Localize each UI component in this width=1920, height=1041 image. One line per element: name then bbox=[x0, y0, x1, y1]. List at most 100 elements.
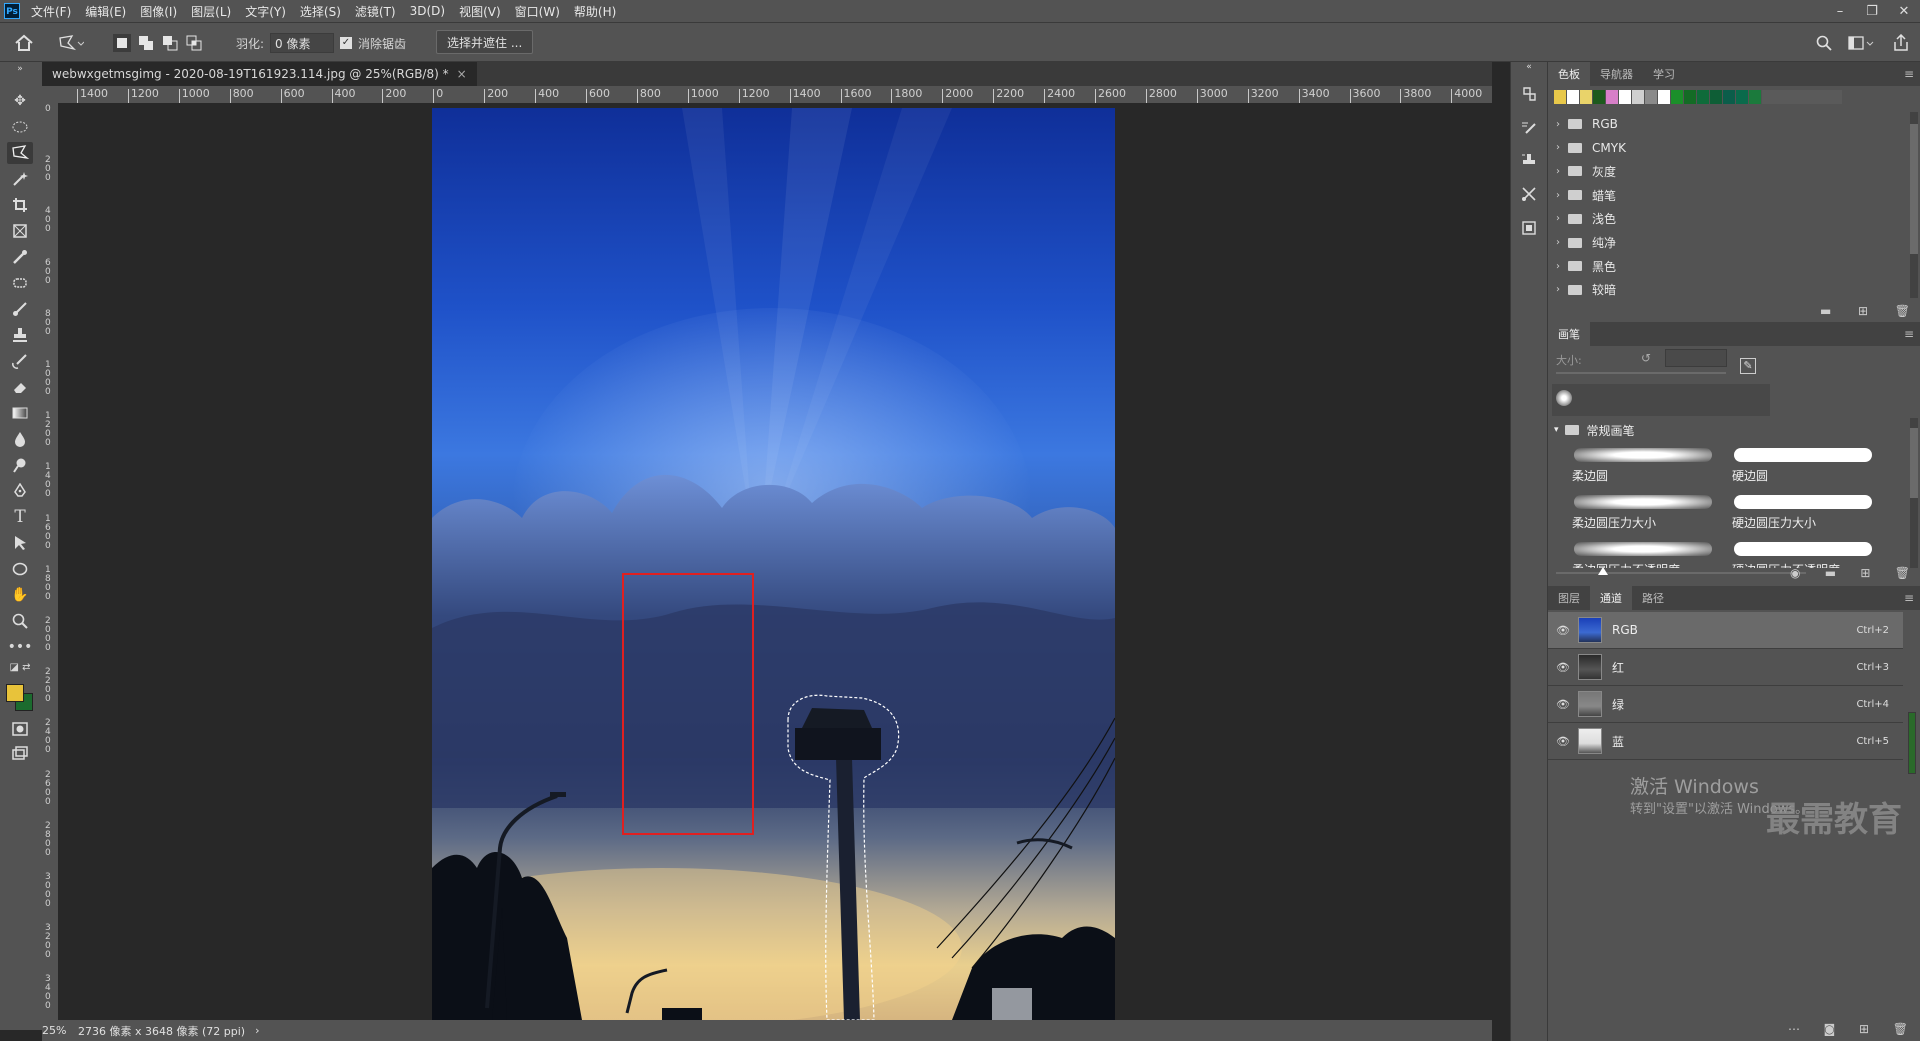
color-swatch[interactable] bbox=[1606, 90, 1618, 104]
move-tool-icon[interactable]: ✥ bbox=[7, 90, 33, 112]
color-swatch[interactable] bbox=[1671, 90, 1683, 104]
color-swatch[interactable] bbox=[1749, 90, 1761, 104]
color-swatch[interactable] bbox=[1658, 90, 1670, 104]
brush-size-input[interactable] bbox=[1665, 349, 1727, 367]
type-tool-icon[interactable]: T bbox=[7, 506, 33, 528]
channel-row[interactable]: 👁 绿 Ctrl+4 bbox=[1548, 686, 1903, 723]
status-menu-arrow[interactable]: › bbox=[255, 1024, 259, 1037]
menu-select[interactable]: 选择(S) bbox=[293, 3, 348, 20]
color-swatch[interactable] bbox=[1684, 90, 1696, 104]
menu-3d[interactable]: 3D(D) bbox=[403, 4, 452, 18]
magic-wand-tool-icon[interactable] bbox=[7, 168, 33, 190]
brush-preview-slider-handle[interactable] bbox=[1598, 567, 1608, 575]
recent-brush-soft-round[interactable] bbox=[1556, 390, 1572, 406]
swatches-menu-icon[interactable]: ≡ bbox=[1904, 67, 1914, 81]
new-brush-icon[interactable]: ⊞ bbox=[1860, 566, 1870, 582]
brush-preset[interactable]: 柔边圆 bbox=[1568, 442, 1718, 486]
zoom-tool-icon[interactable] bbox=[7, 610, 33, 632]
color-swatch[interactable] bbox=[1580, 90, 1592, 104]
menu-help[interactable]: 帮助(H) bbox=[567, 3, 623, 20]
screen-mode-icon[interactable] bbox=[7, 742, 33, 764]
brush-edit-icon[interactable]: ✎ bbox=[1740, 358, 1756, 374]
minimize-button[interactable]: – bbox=[1824, 0, 1856, 22]
tab-paths[interactable]: 路径 bbox=[1632, 586, 1674, 610]
new-group-icon[interactable]: ▬ bbox=[1820, 304, 1831, 320]
tab-learn[interactable]: 学习 bbox=[1643, 62, 1685, 86]
spot-healing-tool-icon[interactable] bbox=[7, 272, 33, 294]
menu-window[interactable]: 窗口(W) bbox=[508, 3, 567, 20]
path-selection-tool-icon[interactable] bbox=[7, 532, 33, 554]
eyedropper-tool-icon[interactable] bbox=[7, 246, 33, 268]
channels-menu-icon[interactable]: ≡ bbox=[1904, 591, 1914, 605]
subtract-from-selection-icon[interactable] bbox=[161, 34, 179, 52]
new-channel-icon[interactable]: ⊞ bbox=[1859, 1022, 1869, 1038]
search-icon[interactable] bbox=[1816, 32, 1832, 54]
ellipse-tool-icon[interactable] bbox=[7, 558, 33, 580]
eye-icon[interactable]: 👁 bbox=[1556, 624, 1572, 637]
blur-tool-icon[interactable] bbox=[7, 428, 33, 450]
tab-brushes[interactable]: 画笔 bbox=[1548, 322, 1590, 346]
workspace-icon[interactable] bbox=[1848, 32, 1874, 54]
zoom-level[interactable]: 25% bbox=[42, 1024, 78, 1037]
menu-layer[interactable]: 图层(L) bbox=[184, 3, 238, 20]
lasso-tool-icon[interactable] bbox=[7, 142, 33, 164]
menu-filter[interactable]: 滤镜(T) bbox=[348, 3, 403, 20]
new-brush-group-icon[interactable]: ▬ bbox=[1825, 566, 1836, 582]
history-panel-icon[interactable] bbox=[1519, 84, 1539, 104]
channel-row[interactable]: 👁 蓝 Ctrl+5 bbox=[1548, 723, 1903, 760]
more-tools-icon[interactable]: ••• bbox=[7, 636, 33, 658]
channel-row[interactable]: 👁 RGB Ctrl+2 bbox=[1548, 612, 1903, 649]
delete-brush-icon[interactable]: 🗑 bbox=[1895, 566, 1910, 582]
color-swatch[interactable] bbox=[1632, 90, 1644, 104]
pen-tool-icon[interactable] bbox=[7, 480, 33, 502]
menu-file[interactable]: 文件(F) bbox=[24, 3, 78, 20]
color-swatch[interactable] bbox=[1645, 90, 1657, 104]
add-to-selection-icon[interactable] bbox=[137, 34, 155, 52]
brush-preset[interactable]: 柔边圆压力大小 bbox=[1568, 489, 1718, 533]
load-channel-selection-icon[interactable]: ⋯ bbox=[1788, 1022, 1800, 1038]
frame-tool-icon[interactable] bbox=[7, 220, 33, 242]
color-swatch[interactable] bbox=[1736, 90, 1748, 104]
channel-row[interactable]: 👁 红 Ctrl+3 bbox=[1548, 649, 1903, 686]
marquee-tool-icon[interactable] bbox=[7, 116, 33, 138]
tool-presets-panel-icon[interactable] bbox=[1519, 184, 1539, 204]
brush-size-slider[interactable] bbox=[1556, 372, 1726, 374]
dodge-tool-icon[interactable] bbox=[7, 454, 33, 476]
polygonal-lasso-tool-preset-icon[interactable] bbox=[58, 32, 84, 54]
close-window-button[interactable]: ✕ bbox=[1888, 0, 1920, 22]
eye-icon[interactable]: 👁 bbox=[1556, 661, 1572, 674]
foreground-color-swatch[interactable] bbox=[6, 684, 24, 702]
brush-settings-panel-icon[interactable] bbox=[1519, 118, 1539, 138]
hand-tool-icon[interactable]: ✋ bbox=[7, 584, 33, 606]
eye-icon[interactable]: 👁 bbox=[1556, 698, 1572, 711]
restore-button[interactable]: ❐ bbox=[1856, 0, 1888, 22]
tab-layers[interactable]: 图层 bbox=[1548, 586, 1590, 610]
brush-tool-icon[interactable] bbox=[7, 298, 33, 320]
swap-colors-icon[interactable]: ◪ ⇄ bbox=[7, 660, 33, 674]
canvas-area[interactable] bbox=[58, 103, 1492, 1020]
toggle-brush-visibility-icon[interactable]: ◉ bbox=[1790, 566, 1800, 582]
color-swatch[interactable] bbox=[1567, 90, 1579, 104]
eye-icon[interactable]: 👁 bbox=[1556, 735, 1572, 748]
intersect-selection-icon[interactable] bbox=[185, 34, 203, 52]
new-swatch-icon[interactable]: ⊞ bbox=[1858, 304, 1868, 320]
stamp-tool-icon[interactable] bbox=[7, 324, 33, 346]
swatch-group[interactable]: › 较暗 bbox=[1556, 276, 1906, 304]
color-swatch[interactable] bbox=[1723, 90, 1735, 104]
history-brush-tool-icon[interactable] bbox=[7, 350, 33, 372]
quick-mask-icon[interactable] bbox=[7, 718, 33, 740]
close-document-icon[interactable]: × bbox=[457, 67, 467, 81]
menu-image[interactable]: 图像(I) bbox=[133, 3, 184, 20]
collapse-tools-icon[interactable]: » bbox=[7, 64, 33, 74]
antialias-checkbox[interactable]: ✓ bbox=[340, 37, 352, 49]
color-swatch[interactable] bbox=[1710, 90, 1722, 104]
tab-navigator[interactable]: 导航器 bbox=[1590, 62, 1643, 86]
brush-preview-slider[interactable] bbox=[1556, 572, 1806, 574]
brush-group-header[interactable]: ▾ 常规画笔 bbox=[1554, 420, 1635, 440]
gradient-tool-icon[interactable] bbox=[7, 402, 33, 424]
brush-preset[interactable]: 柔边圆压力不透明度 bbox=[1568, 536, 1718, 568]
color-swatch[interactable] bbox=[1697, 90, 1709, 104]
brush-preset[interactable]: 硬边圆压力不透明度 bbox=[1728, 536, 1878, 568]
home-icon[interactable] bbox=[14, 32, 34, 54]
share-icon[interactable] bbox=[1893, 32, 1909, 54]
